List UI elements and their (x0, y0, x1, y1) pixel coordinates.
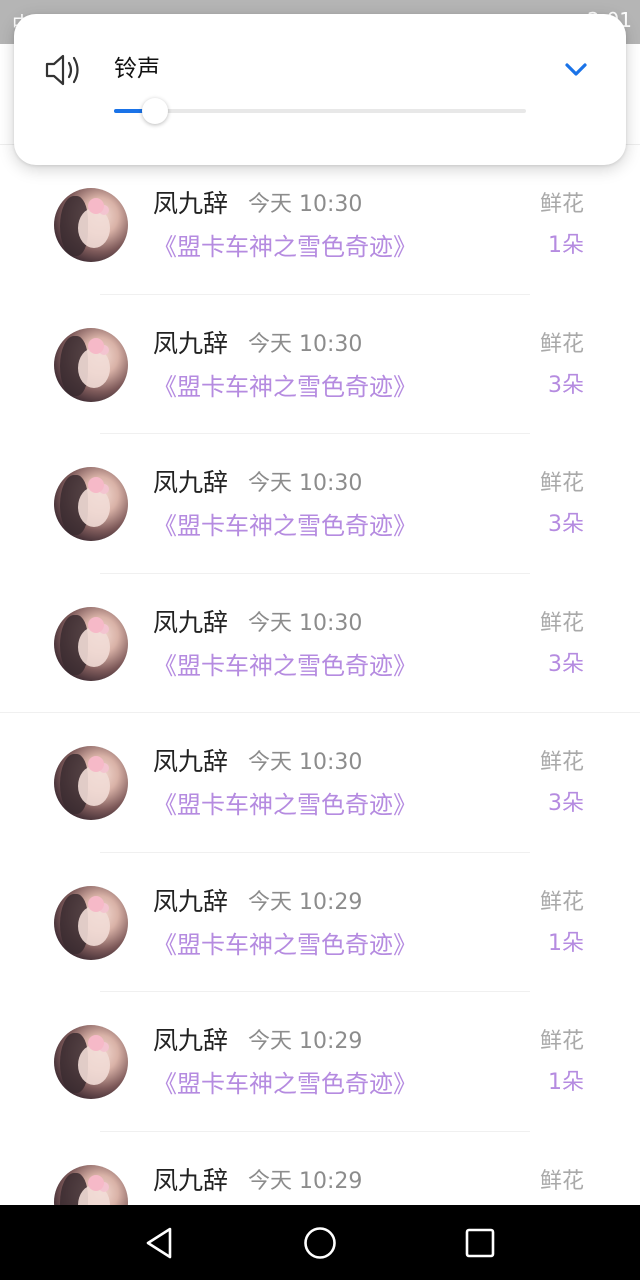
gift-time: 今天 10:30 (248, 610, 363, 636)
gift-count: 1朵 (548, 1070, 584, 1095)
list-item[interactable]: 凤九辞 今天 10:29 《盟卡车神之雪色奇迹》 鲜花 1朵 (0, 853, 640, 992)
gift-time: 今天 10:29 (248, 1168, 363, 1194)
avatar[interactable] (54, 188, 128, 262)
avatar[interactable] (54, 606, 128, 681)
volume-panel: 铃声 (14, 14, 626, 165)
list-item[interactable]: 凤九辞 今天 10:30 《盟卡车神之雪色奇迹》 鲜花 3朵 (0, 713, 640, 853)
sender-name: 凤九辞 (153, 328, 229, 358)
sender-name: 凤九辞 (153, 607, 229, 637)
slider-track (114, 109, 526, 113)
gift-type: 鲜花 (539, 1029, 584, 1054)
gift-count: 3朵 (548, 512, 584, 537)
flower-icon (88, 616, 104, 633)
list-item[interactable]: 凤九辞 今天 10:30 《盟卡车神之雪色奇迹》 鲜花 1朵 (0, 155, 640, 295)
flower-icon (88, 198, 104, 214)
gift-time: 今天 10:29 (248, 1029, 363, 1054)
avatar[interactable] (54, 327, 128, 402)
gift-list: 凤九辞 今天 10:30 《盟卡车神之雪色奇迹》 鲜花 1朵 凤九辞 今天 10… (0, 155, 640, 1205)
volume-slider[interactable] (114, 96, 526, 126)
flower-icon (88, 1174, 104, 1191)
sender-name: 凤九辞 (153, 1026, 229, 1055)
gift-type: 鲜花 (539, 889, 584, 915)
gift-type: 鲜花 (539, 471, 584, 496)
sender-name: 凤九辞 (153, 468, 229, 497)
flower-icon (88, 756, 104, 772)
gift-time: 今天 10:30 (248, 471, 363, 496)
recent-apps-square-icon[interactable] (460, 1223, 500, 1263)
list-item[interactable]: 凤九辞 今天 10:29 《盟卡车神之雪色奇迹》 鲜花 1朵 (0, 992, 640, 1132)
gift-type: 鲜花 (539, 192, 584, 217)
gift-time: 今天 10:30 (248, 331, 363, 357)
flower-icon (88, 895, 104, 912)
book-title[interactable]: 《盟卡车神之雪色奇迹》 (153, 1068, 417, 1100)
flower-icon (88, 337, 104, 354)
gift-time: 今天 10:29 (248, 889, 363, 915)
book-title[interactable]: 《盟卡车神之雪色奇迹》 (153, 789, 417, 821)
list-item[interactable]: 凤九辞 今天 10:30 《盟卡车神之雪色奇迹》 鲜花 3朵 (0, 295, 640, 434)
book-title[interactable]: 《盟卡车神之雪色奇迹》 (153, 510, 417, 542)
gift-type: 鲜花 (539, 750, 584, 775)
list-item[interactable]: 凤九辞 今天 10:30 《盟卡车神之雪色奇迹》 鲜花 3朵 (0, 574, 640, 713)
avatar[interactable] (54, 1164, 128, 1205)
gift-count: 3朵 (548, 651, 584, 677)
gift-type: 鲜花 (539, 331, 584, 357)
gift-count: 3朵 (548, 372, 584, 398)
list-item[interactable]: 凤九辞 今天 10:29 鲜花 (0, 1132, 640, 1205)
avatar[interactable] (54, 467, 128, 541)
book-title[interactable]: 《盟卡车神之雪色奇迹》 (153, 929, 417, 961)
gift-type: 鲜花 (539, 610, 584, 636)
gift-count: 1朵 (548, 930, 584, 956)
gift-count: 1朵 (548, 233, 584, 258)
sender-name: 凤九辞 (153, 747, 229, 776)
chevron-down-icon[interactable] (562, 56, 590, 82)
avatar[interactable] (54, 885, 128, 960)
back-triangle-icon[interactable] (140, 1223, 180, 1263)
sender-name: 凤九辞 (153, 189, 229, 218)
gift-count: 3朵 (548, 791, 584, 816)
volume-label: 铃声 (114, 56, 160, 82)
flower-icon (88, 1035, 104, 1051)
slider-thumb[interactable] (142, 98, 168, 124)
gift-time: 今天 10:30 (248, 192, 363, 217)
avatar[interactable] (54, 746, 128, 820)
sender-name: 凤九辞 (153, 1165, 229, 1195)
book-title[interactable]: 《盟卡车神之雪色奇迹》 (153, 371, 417, 403)
gift-time: 今天 10:30 (248, 750, 363, 775)
book-title[interactable]: 《盟卡车神之雪色奇迹》 (153, 650, 417, 682)
gift-type: 鲜花 (539, 1168, 584, 1194)
list-item[interactable]: 凤九辞 今天 10:30 《盟卡车神之雪色奇迹》 鲜花 3朵 (0, 434, 640, 574)
flower-icon (88, 477, 104, 493)
book-title[interactable]: 《盟卡车神之雪色奇迹》 (153, 231, 417, 263)
avatar[interactable] (54, 1025, 128, 1099)
navigation-bar (0, 1205, 640, 1280)
speaker-icon (45, 54, 79, 86)
home-circle-icon[interactable] (300, 1223, 340, 1263)
sender-name: 凤九辞 (153, 886, 229, 916)
